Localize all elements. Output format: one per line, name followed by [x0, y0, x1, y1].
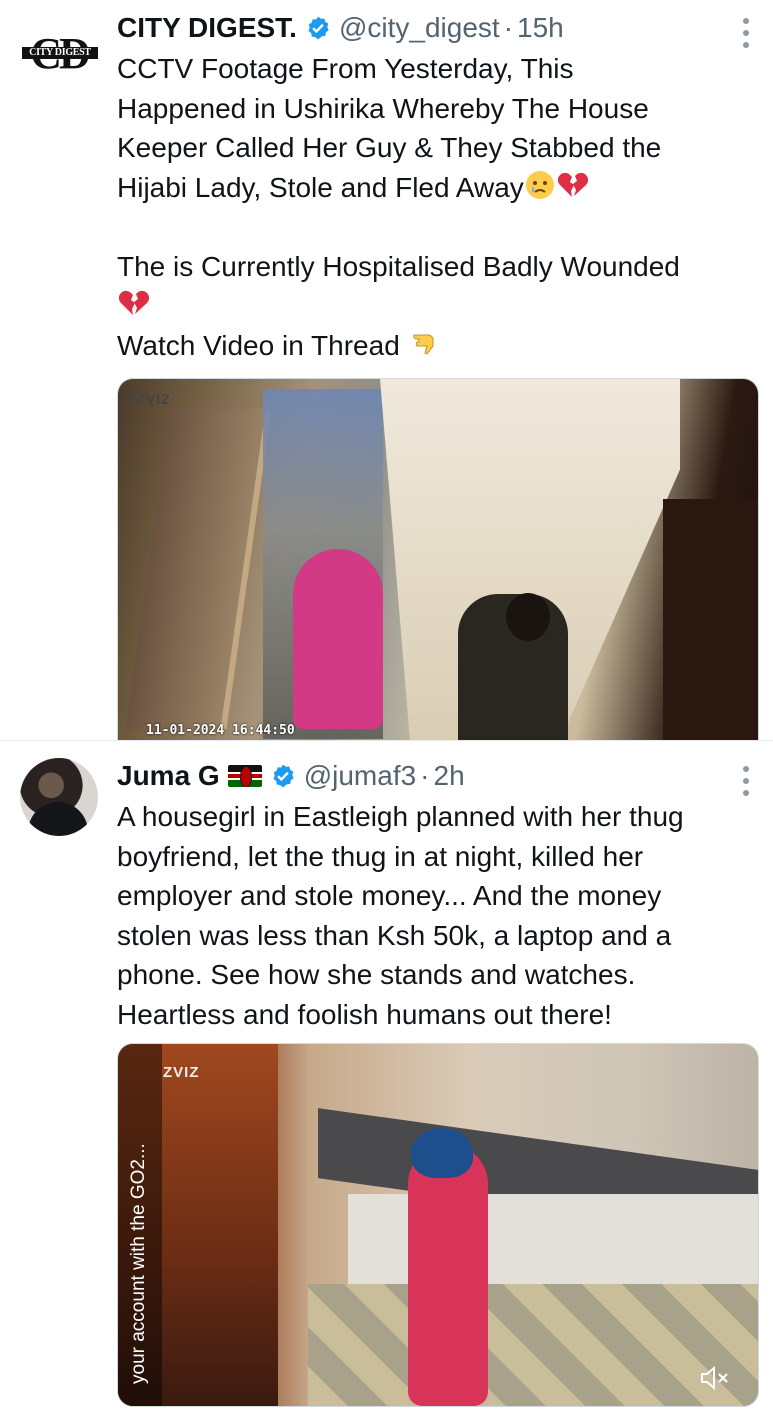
tweet-text-line-emoji	[117, 286, 757, 326]
separator-dot: ·	[420, 760, 430, 791]
tweet-text-line: CCTV Footage From Yesterday, This	[117, 53, 574, 84]
pointing-down-emoji-icon	[412, 334, 434, 355]
tweet-text-line: Keeper Called Her Guy & They Stabbed the	[117, 132, 662, 163]
cctv-frame-image	[118, 1044, 758, 1406]
promo-overlay: your account with the GO2...	[118, 1044, 162, 1406]
verified-badge-icon[interactable]	[270, 763, 296, 789]
tweet-text-line: Hijabi Lady, Stole and Fled Away	[117, 171, 524, 203]
tweet-text-line: Happened in Ushirika Whereby The House	[117, 92, 649, 124]
more-options-icon[interactable]	[741, 18, 751, 48]
cctv-frame-image	[118, 379, 758, 741]
crying-face-emoji-icon	[525, 170, 554, 199]
avatar[interactable]	[20, 758, 98, 836]
mute-icon[interactable]	[700, 1366, 730, 1390]
tweet-text-line: The is Currently Hospitalised Badly Woun…	[117, 250, 680, 282]
kenya-flag-icon	[227, 765, 262, 787]
tweet-text-line: stolen was less than Ksh 50k, a laptop a…	[117, 919, 672, 951]
display-name[interactable]: Juma G	[117, 760, 220, 792]
avatar[interactable]: CD CITY DIGEST	[20, 32, 98, 76]
broken-heart-emoji-icon	[557, 172, 588, 197]
tweet-text: A housegirl in Eastleigh planned with he…	[117, 797, 757, 1034]
tweet-header: CITY DIGEST. @city_digest · 15h	[117, 8, 564, 48]
promo-text: your account with the GO2...	[128, 1143, 149, 1384]
tweet-text-line: boyfriend, let the thug in at night, kil…	[117, 840, 644, 872]
verified-badge-icon[interactable]	[305, 15, 331, 41]
tweet-text-line: employer and stole money... And the mone…	[117, 880, 662, 911]
tweet-city-digest[interactable]: CD CITY DIGEST CITY DIGEST. @city_digest…	[0, 0, 773, 741]
camera-brand-logo: ZVIZ	[163, 1064, 200, 1081]
video-timestamp: 11-01-2024 16:44:50	[146, 723, 295, 738]
tweet-text-line: Watch Video in Thread	[117, 329, 400, 361]
video-player[interactable]: ZVIZ your account with the GO2...	[117, 1043, 759, 1407]
tweet-text: CCTV Footage From Yesterday, This Happen…	[117, 49, 757, 365]
tweet-time[interactable]: 15h	[517, 12, 564, 44]
tweet-text-line-with-emoji: Watch Video in Thread	[117, 326, 757, 366]
tweet-text-line: Heartless and foolish humans out there!	[117, 998, 612, 1030]
avatar-logo-subtext: CITY DIGEST	[22, 47, 98, 59]
display-name[interactable]: CITY DIGEST.	[117, 12, 297, 44]
tweet-juma-g[interactable]: Juma G @jumaf3 · 2h A housegirl in Eastl…	[0, 740, 773, 1422]
tweet-header: Juma G @jumaf3 · 2h	[117, 756, 465, 796]
tweet-text-line: A housegirl in Eastleigh planned with he…	[117, 801, 684, 832]
user-handle[interactable]: @city_digest	[339, 12, 500, 44]
video-thumbnail[interactable]: EZVIZ 11-01-2024 16:44:50	[117, 378, 759, 741]
tweet-text-line: phone. See how she stands and watches.	[117, 959, 636, 990]
camera-brand-logo: EZVIZ	[126, 391, 171, 407]
tweet-text-line-with-emoji: Hijabi Lady, Stole and Fled Away	[117, 168, 757, 208]
user-handle[interactable]: @jumaf3	[304, 760, 416, 792]
tweet-time[interactable]: 2h	[434, 760, 465, 792]
more-options-icon[interactable]	[741, 766, 751, 796]
separator-dot: ·	[503, 12, 514, 43]
broken-heart-emoji-icon	[118, 290, 149, 315]
